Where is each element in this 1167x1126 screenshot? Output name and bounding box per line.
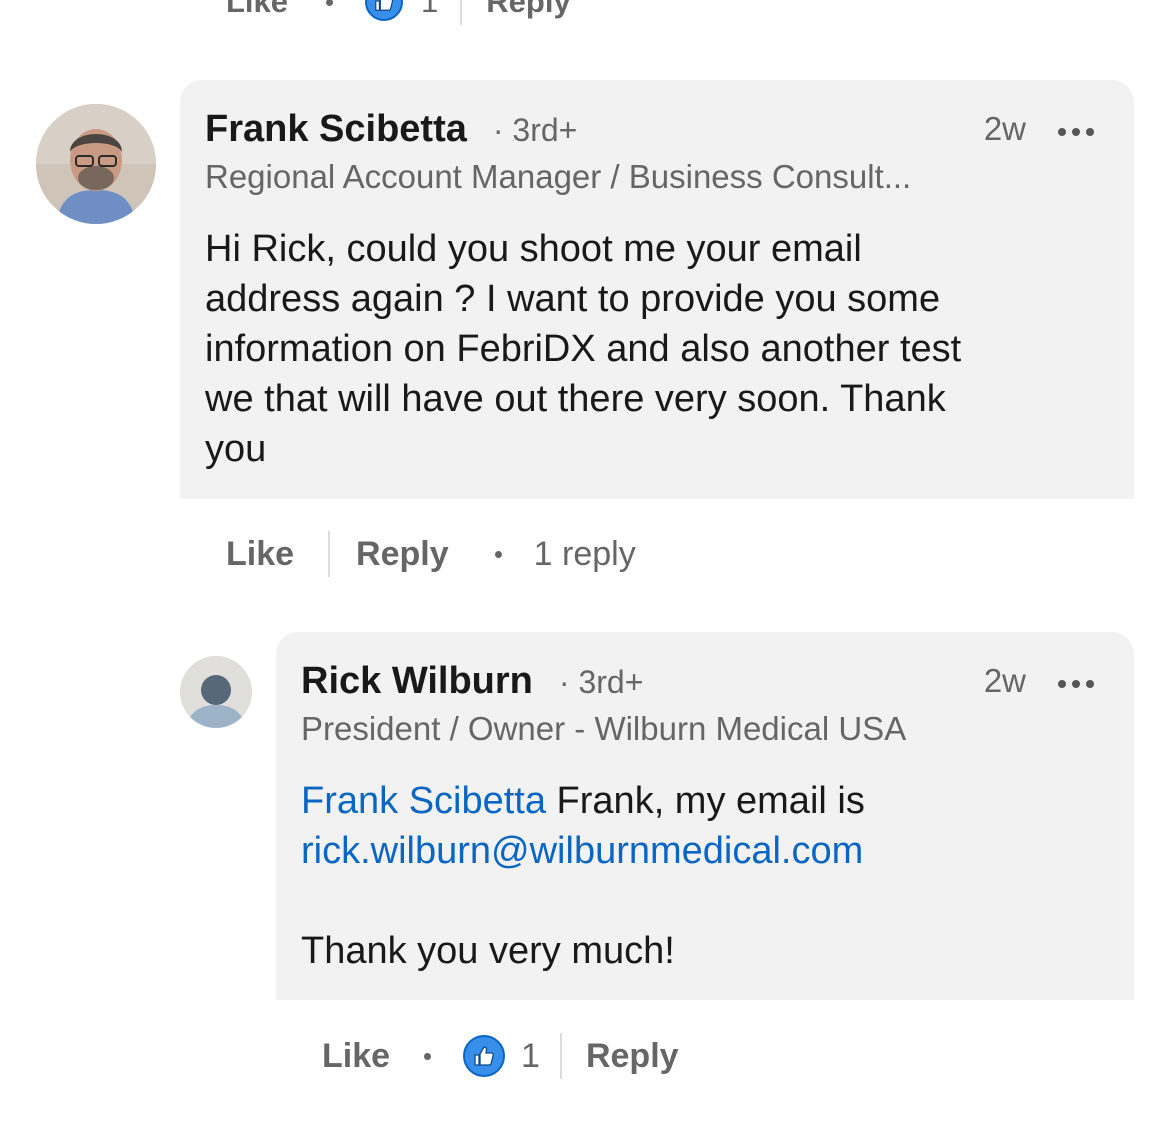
more-options-icon[interactable] — [1058, 680, 1094, 688]
author-headline: Regional Account Manager / Business Cons… — [205, 158, 912, 195]
author-name[interactable]: Frank Scibetta — [205, 108, 467, 151]
comment-text: Hi Rick, could you shoot me your email a… — [205, 224, 961, 474]
timestamp: 2w — [983, 662, 1026, 699]
connection-degree: · 3rd+ — [558, 664, 644, 700]
like-reaction-icon — [463, 1035, 506, 1077]
divider — [559, 1033, 562, 1079]
comment-line: we that will have out there very soon. T… — [205, 378, 946, 420]
degree-label: 3rd+ — [512, 112, 578, 148]
degree-label: 3rd+ — [578, 664, 644, 700]
author-headline: President / Owner - Wilburn Medical USA — [301, 710, 907, 747]
mention-link[interactable]: Frank Scibetta — [301, 780, 546, 822]
timestamp: 2w — [983, 110, 1026, 147]
avatar[interactable] — [36, 104, 156, 224]
comment-actions: Like Reply 1 reply — [226, 528, 636, 580]
reply-header: Rick Wilburn · 3rd+ — [301, 660, 643, 703]
comment-bubble: Frank Scibetta · 3rd+ 2w Regional Accoun… — [180, 80, 1134, 499]
like-count: 1 — [421, 0, 439, 19]
reply-line: Thank you very much! — [301, 930, 675, 972]
comment-line: address again ? I want to provide you so… — [205, 278, 941, 320]
more-options-icon[interactable] — [1058, 128, 1094, 136]
comment-line: information on FebriDX and also another … — [205, 328, 962, 370]
reply-text: Frank Scibetta Frank, my email is rick.w… — [301, 776, 1121, 976]
reply-actions: Like 1 Reply — [322, 1030, 679, 1082]
reply-count-link[interactable]: 1 reply — [534, 535, 636, 574]
previous-comment-actions: Like 1 Reply — [226, 0, 571, 25]
email-link[interactable]: rick.wilburn@wilburnmedical.com — [301, 830, 863, 872]
default-avatar-icon[interactable] — [180, 656, 252, 728]
separator-dot — [494, 550, 502, 558]
reply-line-text: Frank, my email is — [546, 780, 865, 822]
like-button[interactable]: Like — [322, 1037, 390, 1076]
connection-degree: · 3rd+ — [492, 112, 578, 148]
reply-line: rick.wilburn@wilburnmedical.com — [301, 826, 1121, 876]
comment-line: you — [205, 428, 267, 470]
separator-dot — [326, 0, 334, 6]
profile-photo-icon — [36, 104, 156, 224]
separator-dot — [424, 1052, 432, 1060]
author-name[interactable]: Rick Wilburn — [301, 660, 533, 703]
like-reaction-icon — [365, 0, 404, 21]
reply-line: Frank Scibetta Frank, my email is — [301, 776, 1121, 826]
reply-button[interactable]: Reply — [586, 1037, 679, 1076]
like-button[interactable]: Like — [226, 0, 288, 20]
reply-button[interactable]: Reply — [356, 535, 449, 574]
divider — [460, 0, 463, 25]
comment-line: Hi Rick, could you shoot me your email — [205, 228, 862, 270]
divider — [328, 531, 331, 577]
comment-header: Frank Scibetta · 3rd+ — [205, 108, 577, 151]
ghost-person-icon — [180, 656, 252, 728]
reply-button[interactable]: Reply — [486, 0, 570, 20]
reply-bubble: Rick Wilburn · 3rd+ 2w President / Owner… — [276, 632, 1134, 1000]
like-count: 1 — [521, 1036, 540, 1075]
like-button[interactable]: Like — [226, 535, 294, 574]
